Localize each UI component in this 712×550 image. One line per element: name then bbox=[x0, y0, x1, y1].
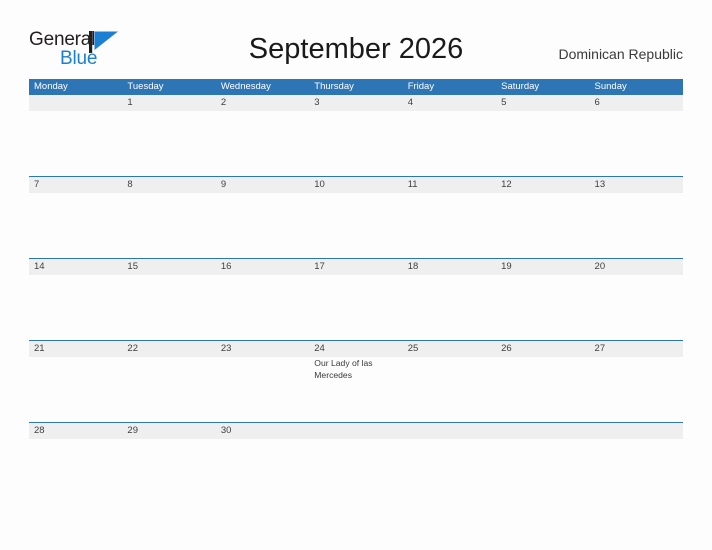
day-event bbox=[122, 357, 215, 422]
day-event bbox=[309, 439, 402, 453]
day-event bbox=[496, 111, 589, 176]
week-date-band: 1 2 3 4 5 6 bbox=[29, 95, 683, 111]
day-header-friday: Friday bbox=[407, 81, 435, 92]
day-event bbox=[403, 111, 496, 176]
page-header: General Blue September 2026 Dominican Re… bbox=[0, 0, 712, 78]
day-number[interactable]: 12 bbox=[496, 177, 589, 193]
day-event bbox=[590, 275, 683, 340]
day-number[interactable]: 29 bbox=[122, 423, 215, 439]
day-event bbox=[309, 111, 402, 176]
week-date-band: 28 29 30 bbox=[29, 423, 683, 439]
day-number[interactable]: 1 bbox=[122, 95, 215, 111]
day-number[interactable]: 4 bbox=[403, 95, 496, 111]
day-number[interactable] bbox=[29, 95, 122, 111]
week-row: 7 8 9 10 11 12 13 bbox=[29, 176, 683, 258]
country-label: Dominican Republic bbox=[558, 46, 683, 62]
day-number[interactable]: 14 bbox=[29, 259, 122, 275]
day-event bbox=[216, 357, 309, 422]
week-row: 14 15 16 17 18 19 20 bbox=[29, 258, 683, 340]
day-event bbox=[216, 275, 309, 340]
day-number[interactable]: 22 bbox=[122, 341, 215, 357]
day-number[interactable]: 20 bbox=[590, 259, 683, 275]
day-event bbox=[403, 357, 496, 422]
week-event-band bbox=[29, 193, 683, 258]
week-event-band bbox=[29, 111, 683, 176]
day-event bbox=[590, 111, 683, 176]
day-event bbox=[29, 193, 122, 258]
day-event bbox=[29, 439, 122, 453]
day-event bbox=[216, 439, 309, 453]
day-event bbox=[590, 439, 683, 453]
day-event bbox=[496, 275, 589, 340]
day-number[interactable]: 6 bbox=[590, 95, 683, 111]
week-date-band: 21 22 23 24 25 26 27 bbox=[29, 341, 683, 357]
day-event bbox=[309, 275, 402, 340]
day-header-monday: Monday bbox=[34, 81, 68, 92]
day-event bbox=[122, 193, 215, 258]
day-event bbox=[29, 111, 122, 176]
day-event bbox=[309, 193, 402, 258]
week-row: 21 22 23 24 25 26 27 Our Lady of las Mer… bbox=[29, 340, 683, 422]
day-header-sunday: Sunday bbox=[594, 81, 627, 92]
day-number[interactable]: 16 bbox=[216, 259, 309, 275]
day-event bbox=[122, 275, 215, 340]
day-number[interactable]: 28 bbox=[29, 423, 122, 439]
day-event bbox=[496, 193, 589, 258]
day-event bbox=[590, 193, 683, 258]
day-number[interactable]: 2 bbox=[216, 95, 309, 111]
day-number[interactable]: 15 bbox=[122, 259, 215, 275]
week-date-band: 14 15 16 17 18 19 20 bbox=[29, 259, 683, 275]
week-row: 1 2 3 4 5 6 bbox=[29, 95, 683, 176]
day-number[interactable]: 30 bbox=[216, 423, 309, 439]
day-number[interactable]: 10 bbox=[309, 177, 402, 193]
day-number[interactable]: 24 bbox=[309, 341, 402, 357]
day-header-saturday: Saturday bbox=[501, 81, 540, 92]
day-number[interactable] bbox=[403, 423, 496, 439]
day-number[interactable]: 7 bbox=[29, 177, 122, 193]
day-number[interactable]: 26 bbox=[496, 341, 589, 357]
day-event bbox=[29, 357, 122, 422]
calendar-grid: Monday Tuesday Wednesday Thursday Friday… bbox=[29, 79, 683, 453]
day-number[interactable]: 27 bbox=[590, 341, 683, 357]
day-number[interactable] bbox=[590, 423, 683, 439]
day-header-thursday: Thursday bbox=[314, 81, 354, 92]
calendar-page: General Blue September 2026 Dominican Re… bbox=[0, 0, 712, 550]
day-number[interactable] bbox=[496, 423, 589, 439]
day-number[interactable]: 23 bbox=[216, 341, 309, 357]
day-event bbox=[29, 275, 122, 340]
day-number[interactable]: 25 bbox=[403, 341, 496, 357]
week-event-band bbox=[29, 439, 683, 453]
day-event bbox=[403, 193, 496, 258]
day-number[interactable]: 17 bbox=[309, 259, 402, 275]
week-event-band: Our Lady of las Mercedes bbox=[29, 357, 683, 422]
day-number[interactable]: 19 bbox=[496, 259, 589, 275]
day-number[interactable]: 9 bbox=[216, 177, 309, 193]
day-number[interactable]: 13 bbox=[590, 177, 683, 193]
day-event bbox=[403, 439, 496, 453]
day-event bbox=[590, 357, 683, 422]
week-event-band bbox=[29, 275, 683, 340]
day-event bbox=[216, 111, 309, 176]
day-event bbox=[496, 357, 589, 422]
day-number[interactable]: 18 bbox=[403, 259, 496, 275]
week-row: 28 29 30 bbox=[29, 422, 683, 453]
day-number[interactable]: 21 bbox=[29, 341, 122, 357]
day-number[interactable]: 3 bbox=[309, 95, 402, 111]
day-number[interactable]: 5 bbox=[496, 95, 589, 111]
day-number[interactable] bbox=[309, 423, 402, 439]
day-header-tuesday: Tuesday bbox=[127, 81, 164, 92]
day-number[interactable]: 8 bbox=[122, 177, 215, 193]
week-date-band: 7 8 9 10 11 12 13 bbox=[29, 177, 683, 193]
day-event bbox=[122, 439, 215, 453]
day-of-week-header-row: Monday Tuesday Wednesday Thursday Friday… bbox=[29, 79, 683, 95]
day-header-wednesday: Wednesday bbox=[220, 81, 271, 92]
day-event bbox=[496, 439, 589, 453]
day-event-holiday: Our Lady of las Mercedes bbox=[314, 358, 373, 380]
day-number[interactable]: 11 bbox=[403, 177, 496, 193]
day-event bbox=[216, 193, 309, 258]
day-event bbox=[122, 111, 215, 176]
day-event bbox=[403, 275, 496, 340]
